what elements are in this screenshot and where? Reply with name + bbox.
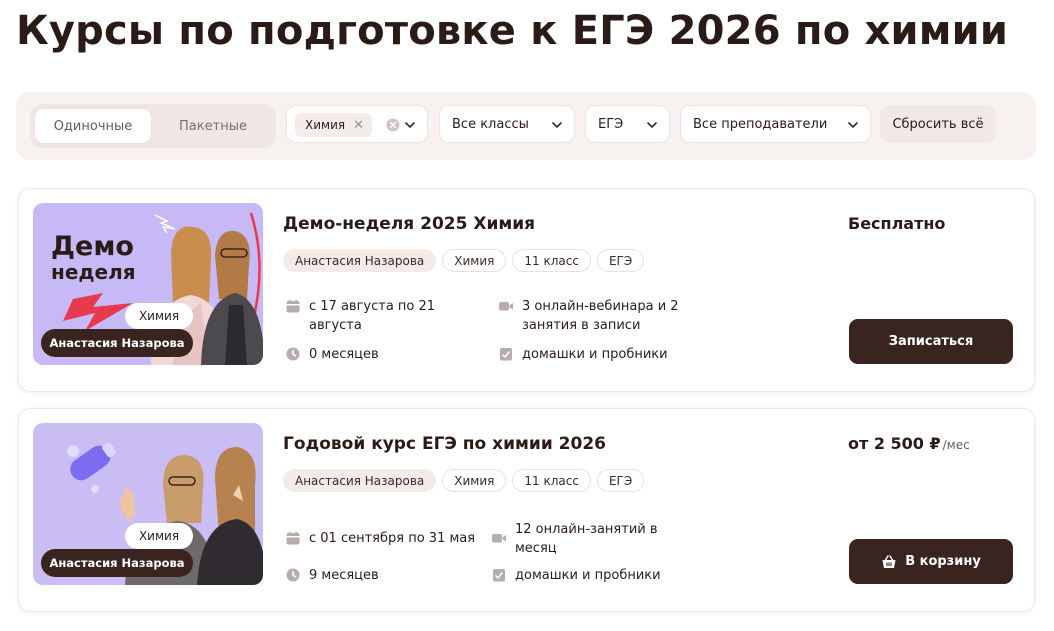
thumb-subject-badge: Химия xyxy=(139,309,179,323)
add-to-cart-button[interactable]: В корзину xyxy=(849,539,1013,584)
teacher-select[interactable]: Все преподаватели xyxy=(680,105,871,143)
video-icon xyxy=(499,302,513,311)
grade-select-value: Все классы xyxy=(452,116,529,132)
course-price-value: от 2 500 ₽ xyxy=(848,434,941,453)
course-title[interactable]: Демо-неделя 2025 Химия xyxy=(283,214,535,234)
course-dates: с 01 сентября по 31 мая xyxy=(285,529,485,548)
chevron-down-icon xyxy=(552,122,562,128)
homework-icon xyxy=(493,569,505,582)
thumb-headline-2: неделя xyxy=(51,260,136,284)
homework-icon xyxy=(500,348,512,361)
course-duration: 9 месяцев xyxy=(285,566,379,585)
calendar-icon xyxy=(286,299,300,313)
course-price-unit: /мес xyxy=(942,438,970,452)
add-to-cart-label: В корзину xyxy=(905,554,981,569)
reset-filters-button[interactable]: Сбросить всё xyxy=(880,105,996,143)
enroll-button[interactable]: Записаться xyxy=(849,319,1013,364)
course-duration-text: 9 месяцев xyxy=(309,568,379,583)
video-icon xyxy=(492,534,506,543)
exam-select[interactable]: ЕГЭ xyxy=(585,105,670,143)
tag-teacher[interactable]: Анастасия Назарова xyxy=(283,249,437,272)
course-duration: 0 месяцев xyxy=(285,345,379,364)
chevron-down-icon xyxy=(848,122,858,128)
filter-bar: Одиночные Пакетные Химия ✕ Все классы ЕГ… xyxy=(16,92,1036,160)
enroll-button-label: Записаться xyxy=(888,334,974,349)
course-card: Химия Анастасия Назарова Годовой курс ЕГ… xyxy=(18,408,1035,612)
course-dates-text: с 17 августа по 21 августа xyxy=(309,299,436,333)
course-title[interactable]: Годовой курс ЕГЭ по химии 2026 xyxy=(283,434,606,454)
exam-select-value: ЕГЭ xyxy=(598,116,624,132)
course-thumbnail[interactable]: Демо неделя Химия Анастасия Назарова xyxy=(33,203,263,365)
course-homework: домашки и пробники xyxy=(498,345,668,364)
course-homework: домашки и пробники xyxy=(491,566,661,585)
course-price: Бесплатно xyxy=(848,214,947,233)
clear-icon[interactable] xyxy=(385,117,401,133)
calendar-icon xyxy=(286,531,300,545)
course-tags: Анастасия Назарова Химия 11 класс ЕГЭ xyxy=(283,249,645,272)
remove-chip-icon[interactable]: ✕ xyxy=(353,118,364,133)
course-dates: с 17 августа по 21 августа xyxy=(285,297,465,335)
tag-subject: Химия xyxy=(442,249,507,272)
basket-icon xyxy=(882,554,896,568)
course-thumbnail[interactable]: Химия Анастасия Назарова xyxy=(33,423,263,585)
teacher-select-value: Все преподаватели xyxy=(693,116,828,132)
grade-select[interactable]: Все классы xyxy=(439,105,575,143)
course-price-value: Бесплатно xyxy=(848,214,946,233)
subject-select[interactable]: Химия ✕ xyxy=(286,105,428,143)
chevron-down-icon xyxy=(405,122,415,128)
clock-icon xyxy=(286,568,300,582)
subject-chip: Химия ✕ xyxy=(295,113,372,137)
course-tags: Анастасия Назарова Химия 11 класс ЕГЭ xyxy=(283,469,645,492)
course-type-switch: Одиночные Пакетные xyxy=(30,104,276,148)
course-price: от 2 500 ₽/мес xyxy=(848,434,970,453)
chevron-down-icon xyxy=(647,122,657,128)
course-card: Демо неделя Химия Анастасия Назарова Дем… xyxy=(18,188,1035,392)
tag-exam: ЕГЭ xyxy=(596,249,645,272)
course-dates-text: с 01 сентября по 31 мая xyxy=(309,531,476,546)
clock-icon xyxy=(286,347,300,361)
course-homework-text: домашки и пробники xyxy=(522,347,668,362)
subject-chip-label: Химия xyxy=(305,118,346,132)
course-duration-text: 0 месяцев xyxy=(309,347,379,362)
course-lessons: 12 онлайн-занятий в месяц xyxy=(491,520,681,558)
thumb-teacher-badge: Анастасия Назарова xyxy=(49,556,184,570)
course-homework-text: домашки и пробники xyxy=(515,568,661,583)
course-lessons-text: 3 онлайн-вебинара и 2 занятия в записи xyxy=(522,299,679,333)
segment-package[interactable]: Пакетные xyxy=(155,109,271,143)
page-title: Курсы по подготовке к ЕГЭ 2026 по химии xyxy=(16,8,1009,54)
tag-teacher[interactable]: Анастасия Назарова xyxy=(283,469,437,492)
tag-exam: ЕГЭ xyxy=(596,469,645,492)
course-lessons-text: 12 онлайн-занятий в месяц xyxy=(515,522,658,556)
tag-grade: 11 класс xyxy=(512,469,591,492)
thumb-teacher-badge: Анастасия Назарова xyxy=(49,336,184,350)
tag-subject: Химия xyxy=(442,469,507,492)
tag-grade: 11 класс xyxy=(512,249,591,272)
segment-single[interactable]: Одиночные xyxy=(35,109,151,143)
thumb-headline-1: Демо xyxy=(51,231,134,262)
thumb-subject-badge: Химия xyxy=(139,529,179,543)
course-lessons: 3 онлайн-вебинара и 2 занятия в записи xyxy=(498,297,708,335)
